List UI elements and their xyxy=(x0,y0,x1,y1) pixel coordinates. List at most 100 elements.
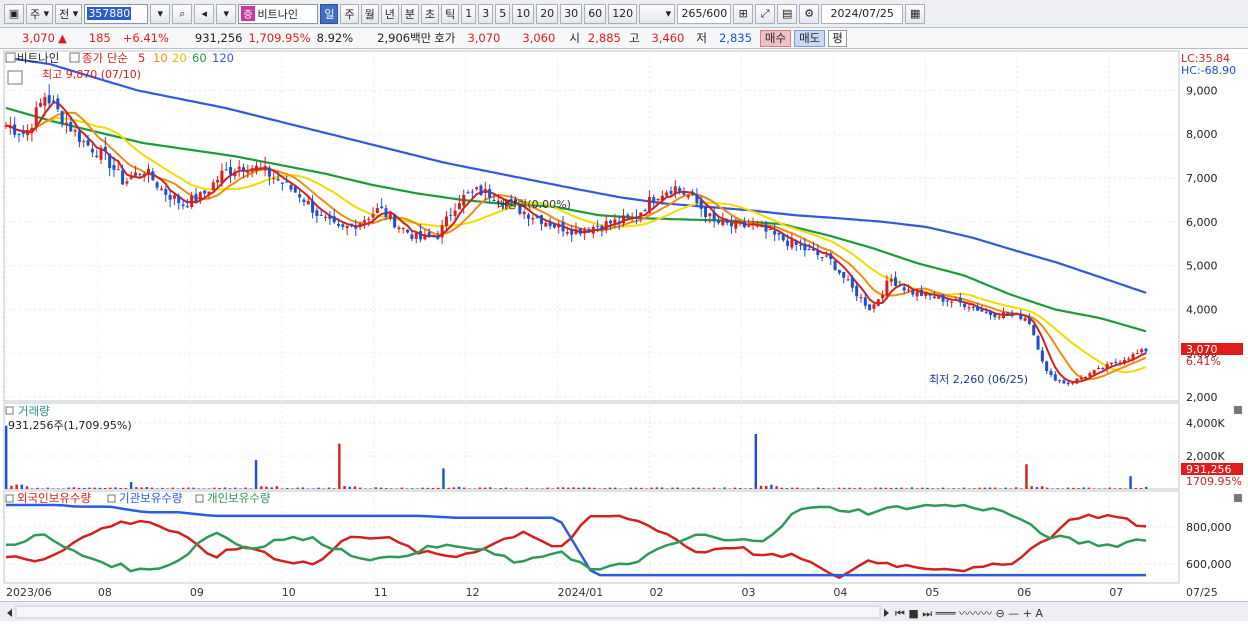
scroll-left-icon[interactable] xyxy=(7,609,12,617)
table-toggle-icon[interactable] xyxy=(7,70,23,85)
volume-bar xyxy=(515,488,518,489)
volume-bar xyxy=(848,487,851,489)
search-icon[interactable]: ⌕ xyxy=(172,3,193,24)
list-dropdown-icon[interactable]: ▾ xyxy=(216,3,237,24)
candle-body xyxy=(717,221,720,223)
candle-body xyxy=(254,165,258,171)
volume-bar xyxy=(598,488,601,489)
candle-body xyxy=(125,181,129,184)
minute-120[interactable]: 120 xyxy=(608,3,638,24)
period-second[interactable]: 초 xyxy=(420,3,440,24)
period-week[interactable]: 주 xyxy=(340,3,359,24)
period-tick[interactable]: 틱 xyxy=(441,3,460,24)
candle-body xyxy=(894,277,898,286)
candle-body xyxy=(855,285,859,297)
period-year[interactable]: 년 xyxy=(380,3,399,24)
custom-interval-select[interactable]: ▾ xyxy=(639,3,676,24)
candle-body xyxy=(531,218,535,220)
minute-5[interactable]: 5 xyxy=(495,3,511,24)
minute-3[interactable]: 3 xyxy=(478,3,494,24)
sound-icon[interactable]: ◂ xyxy=(194,3,215,24)
calendar-icon[interactable]: ▦ xyxy=(905,3,926,24)
minute-30[interactable]: 30 xyxy=(560,3,583,24)
candle-body xyxy=(216,179,220,183)
save-icon[interactable]: ▤ xyxy=(777,3,798,24)
stock-name-field[interactable]: 증 비트나인 xyxy=(238,3,319,24)
buy-button[interactable]: 매수 xyxy=(759,29,792,47)
volume-bar xyxy=(254,460,258,489)
volume-bar xyxy=(15,484,18,489)
candle-body xyxy=(967,307,971,309)
stock-chart[interactable]: 9,0008,0007,0006,0005,0004,0003,0002,000… xyxy=(0,49,1248,601)
chart-type-icon[interactable]: ⊞ xyxy=(733,3,754,24)
holdings-close-icon[interactable] xyxy=(1234,494,1242,502)
candle-body xyxy=(1014,312,1018,314)
scroll-right-icon[interactable] xyxy=(884,609,889,617)
period-minute[interactable]: 분 xyxy=(400,3,419,24)
chart-area[interactable]: 9,0008,0007,0006,0005,0004,0003,0002,000… xyxy=(0,49,1248,601)
volume-value: 931,256 xyxy=(194,31,243,45)
minute-20[interactable]: 20 xyxy=(536,3,559,24)
candle-body xyxy=(876,299,880,306)
candle-body xyxy=(380,206,384,209)
scroll-track[interactable] xyxy=(15,605,881,619)
ma-menu-icon[interactable] xyxy=(69,52,80,63)
volume-bar xyxy=(416,488,419,489)
volume-bar xyxy=(67,487,70,489)
volume-bar xyxy=(1030,486,1033,489)
window-icon[interactable]: ▣ xyxy=(4,3,24,24)
volume-close-icon[interactable] xyxy=(1234,406,1242,414)
panel-menu-icon[interactable] xyxy=(5,52,16,63)
volume-bar xyxy=(166,488,169,489)
candle-body xyxy=(293,186,297,193)
drawing-tool-icon[interactable]: ⤢ xyxy=(755,3,776,24)
code-dropdown-icon[interactable]: ▾ xyxy=(150,3,171,24)
balance-button[interactable]: 평 xyxy=(828,29,847,47)
candle-body xyxy=(824,255,828,257)
sell-button[interactable]: 매도 xyxy=(794,29,826,47)
volume-bar xyxy=(796,487,799,489)
volume-panel-frame xyxy=(3,402,1180,490)
period-month[interactable]: 월 xyxy=(360,3,379,24)
volume-bar xyxy=(723,487,726,489)
data-count-input[interactable]: 265/600 xyxy=(677,3,732,24)
period-day[interactable]: 일 xyxy=(320,3,339,24)
candle-body xyxy=(643,209,647,211)
volume-bar xyxy=(270,487,273,489)
candle-body xyxy=(332,216,336,223)
candle-body xyxy=(203,190,207,194)
date-input[interactable]: 2024/07/25 xyxy=(821,3,904,24)
volume-bar xyxy=(135,487,138,489)
stock-code-input[interactable]: 357880 xyxy=(84,3,149,24)
candle-body xyxy=(47,95,51,104)
holdings-indiv-menu-icon[interactable] xyxy=(195,494,204,503)
volume-bar xyxy=(442,468,445,489)
scope-select[interactable]: 전 ▾ xyxy=(55,3,83,24)
holdings-inst-menu-icon[interactable] xyxy=(107,494,116,503)
volume-bar xyxy=(629,487,633,489)
candle-body xyxy=(915,291,919,297)
navigation-controls-icon[interactable]: ⏮ ■ ⏭ ═══ 〰〰〰 ⊖ — + A xyxy=(895,607,1043,620)
volume-menu-icon[interactable] xyxy=(5,406,14,415)
candle-body xyxy=(242,167,245,171)
candle-body xyxy=(30,127,34,133)
candle-body xyxy=(609,220,613,224)
bottom-scrollbar[interactable]: ⏮ ■ ⏭ ═══ 〰〰〰 ⊖ — + A xyxy=(0,601,1248,621)
candle-body xyxy=(945,300,949,302)
x-tick-label: 10 xyxy=(282,586,296,599)
candle-body xyxy=(799,245,803,247)
candle-body xyxy=(911,290,915,295)
minute-60[interactable]: 60 xyxy=(584,3,607,24)
candle-body xyxy=(583,229,587,234)
candle-body xyxy=(4,125,8,127)
volume-bar xyxy=(31,488,34,489)
settings-gear-icon[interactable]: ⚙ xyxy=(799,3,820,24)
volume-bar xyxy=(213,487,216,489)
market-select[interactable]: 주 ▾ xyxy=(26,3,54,24)
volume-bar xyxy=(187,487,190,489)
volume-bar xyxy=(962,487,966,489)
volume-bar xyxy=(317,487,320,489)
minute-1[interactable]: 1 xyxy=(461,3,477,24)
minute-10[interactable]: 10 xyxy=(512,3,535,24)
holdings-menu-icon[interactable] xyxy=(5,494,14,503)
